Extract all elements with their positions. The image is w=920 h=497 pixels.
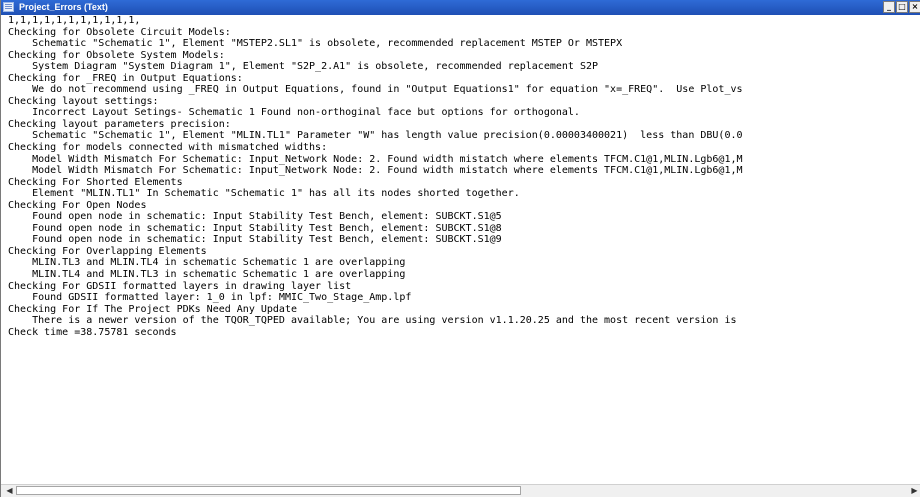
log-line: MLIN.TL4 and MLIN.TL3 in schematic Schem… [8, 269, 406, 281]
log-line: Schematic "Schematic 1", Element "MSTEP2… [8, 38, 623, 50]
text-document-icon [3, 2, 14, 12]
close-button[interactable]: × [909, 1, 920, 13]
log-line: There is a newer version of the TQOR_TQP… [8, 315, 737, 327]
log-line: Checking For Open Nodes [8, 199, 147, 211]
log-line: We do not recommend using _FREQ in Outpu… [8, 84, 743, 96]
log-line: Model Width Mismatch For Schematic: Inpu… [8, 153, 743, 165]
log-line: MLIN.TL3 and MLIN.TL4 in schematic Schem… [8, 257, 406, 269]
log-line: Checking For Overlapping Elements [8, 245, 207, 257]
log-line: Checking For If The Project PDKs Need An… [8, 303, 297, 315]
error-log: 1,1,1,1,1,1,1,1,1,1,1, Checking for Obsol… [1, 15, 920, 338]
minimize-button[interactable]: _ [883, 1, 895, 13]
log-line: Checking for models connected with misma… [8, 142, 328, 154]
log-line: Check time =38.75781 seconds [8, 326, 177, 338]
log-line: System Diagram "System Diagram 1", Eleme… [8, 61, 599, 73]
log-line: Found open node in schematic: Input Stab… [8, 234, 502, 246]
log-line: Checking for Obsolete System Models: [8, 49, 225, 61]
window-controls: _ □ × [882, 1, 920, 14]
text-viewer[interactable]: 1,1,1,1,1,1,1,1,1,1,1, Checking for Obsol… [1, 15, 920, 484]
log-line: Found GDSII formatted layer: 1_0 in lpf:… [8, 292, 412, 304]
scroll-left-icon[interactable]: ◀ [3, 486, 16, 496]
log-line: Checking for Obsolete Circuit Models: [8, 26, 231, 38]
log-line: Schematic "Schematic 1", Element "MLIN.T… [8, 130, 743, 142]
title-bar[interactable]: Project_Errors (Text) _ □ × [1, 0, 920, 15]
project-errors-window: Project_Errors (Text) _ □ × 1,1,1,1,1,1,… [0, 0, 920, 497]
scroll-right-icon[interactable]: ▶ [908, 486, 920, 496]
log-line: Model Width Mismatch For Schematic: Inpu… [8, 165, 743, 177]
log-line: Element "MLIN.TL1" In Schematic "Schemat… [8, 188, 520, 200]
log-line: Checking layout settings: [8, 95, 159, 107]
log-line: Checking layout parameters precision: [8, 118, 231, 130]
log-line: Found open node in schematic: Input Stab… [8, 222, 502, 234]
log-line: Found open node in schematic: Input Stab… [8, 211, 502, 223]
maximize-button[interactable]: □ [896, 1, 908, 13]
log-line: Checking For Shorted Elements [8, 176, 183, 188]
log-line: Checking for _FREQ in Output Equations: [8, 72, 243, 84]
log-line: Checking For GDSII formatted layers in d… [8, 280, 352, 292]
scrollbar-thumb[interactable] [16, 486, 521, 495]
log-line: 1,1,1,1,1,1,1,1,1,1,1, [8, 15, 141, 26]
window-title: Project_Errors (Text) [19, 2, 108, 12]
horizontal-scrollbar[interactable]: ◀ ▶ [1, 484, 920, 497]
log-line: Incorrect Layout Setings- Schematic 1 Fo… [8, 107, 580, 119]
